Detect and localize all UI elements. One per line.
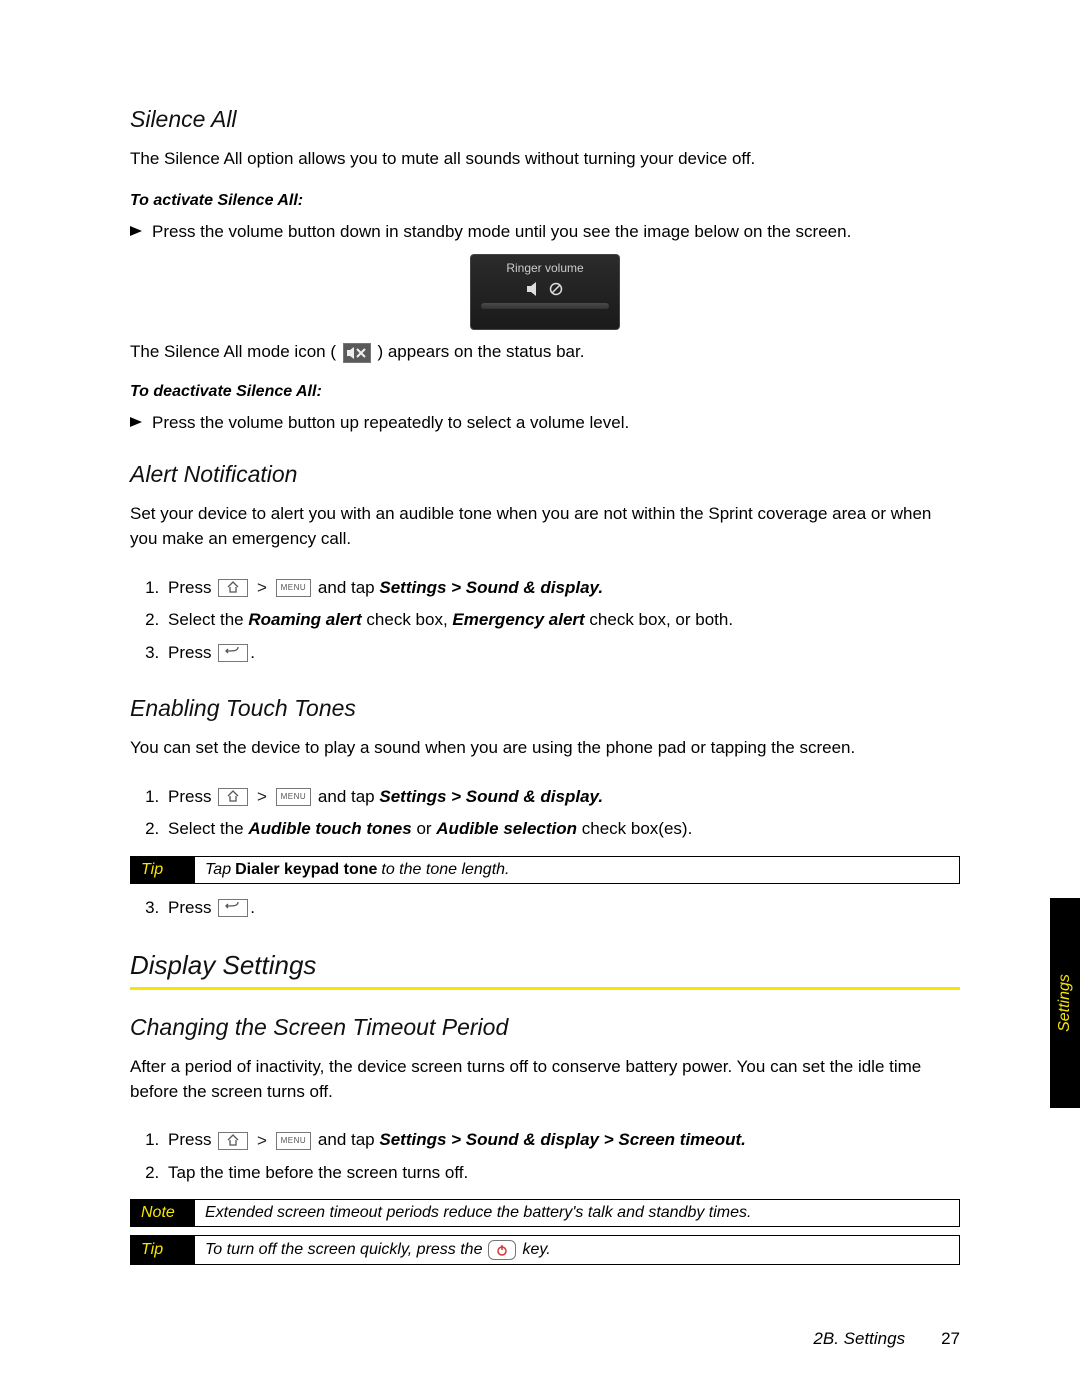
section-alert-notification: Alert Notification Set your device to al… — [130, 461, 960, 669]
status-bar-text: The Silence All mode icon ( ) appears on… — [130, 342, 960, 363]
yellow-divider — [130, 987, 960, 990]
t: check box(es). — [577, 819, 692, 838]
t: or — [412, 819, 437, 838]
page: Settings Silence All The Silence All opt… — [0, 0, 1080, 1397]
touch-steps-b: Press . — [130, 892, 960, 924]
t: To turn off the screen quickly, press th… — [205, 1241, 482, 1259]
alert-steps: Press > MENU and tap Settings > Sound & … — [130, 572, 960, 669]
label-deactivate: To deactivate Silence All: — [130, 383, 960, 401]
touch-step-2: Select the Audible touch tones or Audibl… — [164, 813, 960, 845]
alert-step-2: Select the Roaming alert check box, Emer… — [164, 604, 960, 636]
menu-key-icon: MENU — [276, 1132, 312, 1150]
triangle-bullet-icon — [130, 224, 144, 238]
side-tab-settings: Settings — [1050, 898, 1080, 1108]
triangle-bullet-icon — [130, 415, 144, 429]
side-tab-label: Settings — [1056, 974, 1074, 1032]
touch-step-3: Press . — [164, 892, 960, 924]
t: Select the — [168, 610, 248, 629]
t: to the tone length. — [381, 861, 509, 879]
section-display-settings: Display Settings Changing the Screen Tim… — [130, 950, 960, 1265]
tip-content: To turn off the screen quickly, press th… — [195, 1236, 959, 1264]
step-deactivate: Press the volume button up repeatedly to… — [130, 411, 960, 436]
power-key-icon — [488, 1240, 516, 1260]
heading-touch: Enabling Touch Tones — [130, 695, 960, 722]
home-key-icon — [218, 1132, 248, 1150]
chevron-right-icon: > — [257, 781, 267, 813]
back-key-icon — [218, 644, 248, 662]
tip-tag: Tip — [131, 857, 195, 883]
tip-content: Tap Dialer keypad tone to the tone lengt… — [195, 857, 959, 883]
status-suffix: ) appears on the status bar. — [377, 342, 584, 361]
touch-step-1: Press > MENU and tap Settings > Sound & … — [164, 781, 960, 814]
menu-key-icon: MENU — [276, 788, 312, 806]
text-touch-intro: You can set the device to play a sound w… — [130, 736, 960, 761]
text-andtap: and tap — [318, 1130, 375, 1149]
heading-screen-timeout: Changing the Screen Timeout Period — [130, 1014, 960, 1041]
note-tag: Note — [131, 1200, 195, 1226]
t: Audible selection — [436, 819, 577, 838]
ringer-slider — [481, 303, 609, 309]
text-press: Press — [168, 1130, 211, 1149]
heading-silence-all: Silence All — [130, 106, 960, 133]
touch-steps-a: Press > MENU and tap Settings > Sound & … — [130, 781, 960, 846]
nav-path: Settings > Sound & display. — [379, 787, 603, 806]
label-activate: To activate Silence All: — [130, 192, 960, 210]
step-activate-text: Press the volume button down in standby … — [152, 220, 851, 245]
nav-path: Settings > Sound & display > Screen time… — [379, 1130, 746, 1149]
footer-section: 2B. Settings — [813, 1329, 905, 1349]
display-step-2: Tap the time before the screen turns off… — [164, 1157, 960, 1189]
note-callout: Note Extended screen timeout periods red… — [130, 1199, 960, 1227]
alert-step-3: Press . — [164, 637, 960, 669]
ringer-volume-label: Ringer volume — [506, 261, 583, 275]
alert-step-1: Press > MENU and tap Settings > Sound & … — [164, 572, 960, 605]
t: Tap — [205, 861, 231, 879]
back-key-icon — [218, 899, 248, 917]
t: Emergency alert — [452, 610, 584, 629]
home-key-icon — [218, 579, 248, 597]
text-press: Press — [168, 787, 211, 806]
t: check box, or both. — [585, 610, 733, 629]
section-silence-all: Silence All The Silence All option allow… — [130, 106, 960, 435]
text-silence-intro: The Silence All option allows you to mut… — [130, 147, 960, 172]
heading-alert: Alert Notification — [130, 461, 960, 488]
nav-path: Settings > Sound & display. — [379, 578, 603, 597]
menu-key-icon: MENU — [276, 579, 312, 597]
heading-display-settings: Display Settings — [130, 950, 960, 981]
status-prefix: The Silence All mode icon ( — [130, 342, 336, 361]
display-steps: Press > MENU and tap Settings > Sound & … — [130, 1124, 960, 1189]
text-press: Press — [168, 898, 211, 917]
chevron-right-icon: > — [257, 1125, 267, 1157]
t: Dialer keypad tone — [235, 861, 377, 879]
text-alert-intro: Set your device to alert you with an aud… — [130, 502, 960, 551]
t: Roaming alert — [248, 610, 361, 629]
home-key-icon — [218, 788, 248, 806]
text-andtap: and tap — [318, 787, 375, 806]
step-activate: Press the volume button down in standby … — [130, 220, 960, 245]
ringer-mute-icon — [527, 281, 563, 297]
display-step-1: Press > MENU and tap Settings > Sound & … — [164, 1124, 960, 1157]
ringer-volume-illustration: Ringer volume — [470, 254, 620, 330]
t: check box, — [362, 610, 453, 629]
tip-tag: Tip — [131, 1236, 195, 1264]
text-display-intro: After a period of inactivity, the device… — [130, 1055, 960, 1104]
text-andtap: and tap — [318, 578, 375, 597]
text-press: Press — [168, 643, 211, 662]
tip-callout-touch: Tip Tap Dialer keypad tone to the tone l… — [130, 856, 960, 884]
step-deactivate-text: Press the volume button up repeatedly to… — [152, 411, 629, 436]
page-footer: 2B. Settings 27 — [813, 1329, 960, 1349]
tip-callout-display: Tip To turn off the screen quickly, pres… — [130, 1235, 960, 1265]
note-content: Extended screen timeout periods reduce t… — [195, 1200, 959, 1226]
footer-page-number: 27 — [941, 1329, 960, 1349]
section-touch-tones: Enabling Touch Tones You can set the dev… — [130, 695, 960, 924]
text-press: Press — [168, 578, 211, 597]
chevron-right-icon: > — [257, 572, 267, 604]
t: key. — [522, 1241, 550, 1259]
t: Select the — [168, 819, 248, 838]
silence-mode-icon — [343, 343, 371, 363]
t: Audible touch tones — [248, 819, 411, 838]
